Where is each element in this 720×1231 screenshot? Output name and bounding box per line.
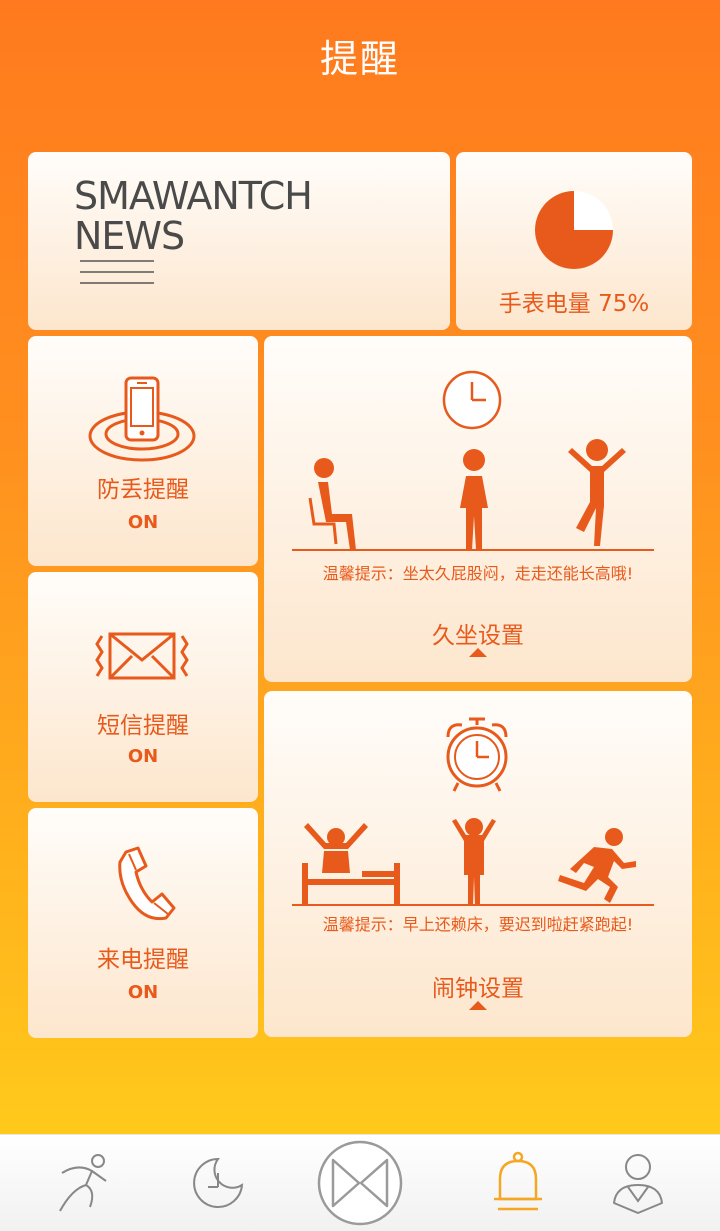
news-title-line1: SMAWANTCH: [74, 174, 313, 218]
bottom-tab-bar: [0, 1134, 720, 1231]
call-label: 来电提醒: [97, 947, 189, 973]
battery-pie-chart: [535, 191, 613, 269]
stretching-person-icon: [568, 439, 626, 546]
running-icon: [59, 1154, 107, 1212]
battery-label: 手表电量 75%: [498, 291, 650, 317]
tab-sport[interactable]: [34, 1135, 134, 1231]
news-card[interactable]: SMAWANTCH NEWS: [28, 152, 450, 330]
anti-loss-label: 防丢提醒: [97, 477, 189, 503]
sms-card[interactable]: 短信提醒 ON: [28, 572, 258, 802]
tab-profile[interactable]: [588, 1135, 688, 1231]
alarm-divider: [292, 904, 654, 906]
anti-loss-status[interactable]: ON: [28, 512, 258, 533]
arms-up-person-icon: [452, 818, 496, 905]
anti-loss-card[interactable]: 防丢提醒 ON: [28, 336, 258, 566]
phone-handset-icon: [118, 846, 176, 921]
phone-vibrate-icon: [88, 376, 196, 462]
call-status[interactable]: ON: [28, 982, 258, 1003]
alarm-hint: 温馨提示：早上还赖床，要迟到啦赶紧跑起!: [322, 915, 634, 934]
alarm-setting-label[interactable]: 闹钟设置: [264, 969, 692, 1003]
news-lines-icon: [80, 260, 154, 284]
sedentary-card[interactable]: 温馨提示：坐太久屁股闷，走走还能长高哦! 久坐设置: [264, 336, 692, 682]
bell-icon: [494, 1151, 542, 1211]
alarm-clock-icon: [446, 717, 508, 792]
waking-in-bed-icon: [302, 823, 400, 905]
sedentary-divider: [292, 549, 654, 551]
sms-status[interactable]: ON: [28, 746, 258, 767]
sedentary-setting-label[interactable]: 久坐设置: [264, 616, 692, 650]
battery-card[interactable]: 手表电量 75%: [456, 152, 692, 330]
sedentary-caret-icon[interactable]: [469, 648, 487, 657]
sms-label: 短信提醒: [97, 713, 189, 739]
tab-home[interactable]: [310, 1135, 410, 1231]
alarm-card[interactable]: 温馨提示：早上还赖床，要迟到啦赶紧跑起! 闹钟设置: [264, 691, 692, 1037]
tab-reminder[interactable]: [468, 1135, 568, 1231]
alarm-caret-icon[interactable]: [469, 1001, 487, 1010]
page-title: 提醒: [319, 37, 400, 81]
standing-person-icon: [460, 449, 488, 550]
center-logo-icon: [317, 1140, 403, 1226]
news-title-line2: NEWS: [74, 214, 185, 258]
sitting-person-icon: [308, 458, 356, 550]
tab-sleep[interactable]: [168, 1135, 268, 1231]
call-card[interactable]: 来电提醒 ON: [28, 808, 258, 1038]
envelope-icon: [95, 632, 189, 680]
sedentary-hint: 温馨提示：坐太久屁股闷，走走还能长高哦!: [322, 564, 634, 583]
running-person-icon: [558, 828, 636, 903]
clock-icon: [442, 370, 502, 430]
user-profile-icon: [613, 1154, 663, 1214]
sleep-moon-icon: [193, 1157, 244, 1208]
